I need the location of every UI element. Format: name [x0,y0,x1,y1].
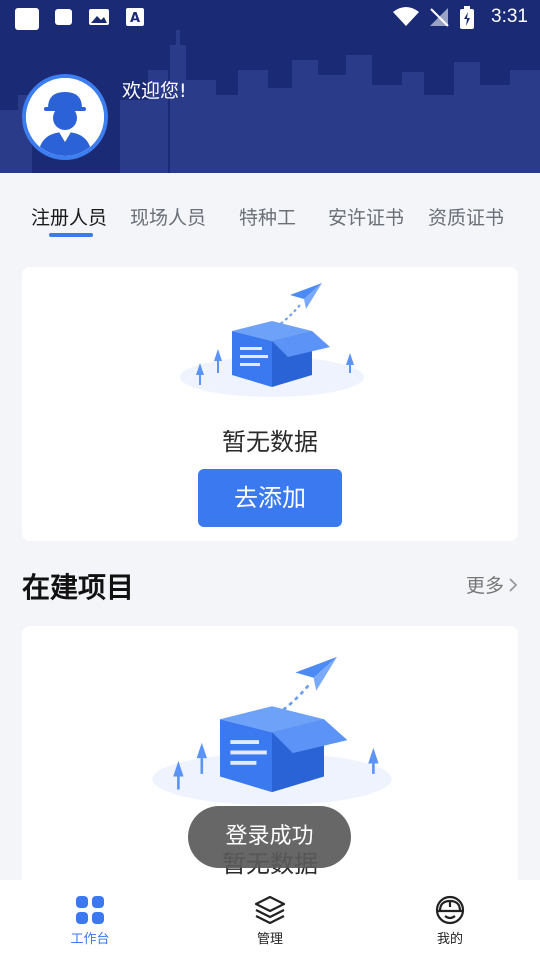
nav-label: 管理 [256,932,283,947]
empty-state-text: 暂无数据 [222,428,318,456]
bottom-navigation: 工作台 管理 我的 [0,880,540,960]
nav-mine[interactable]: 我的 [405,894,495,947]
worker-avatar-icon [26,78,104,156]
nav-workbench[interactable]: 工作台 [45,894,135,947]
status-bar: A 3:31 [0,0,540,36]
more-label: 更多 [465,575,504,597]
status-time: 3:31 [491,6,528,27]
grid-icon [76,896,104,924]
active-tab-indicator [49,233,93,237]
section-title: 在建项目 [22,571,135,604]
helmet-icon [435,895,465,925]
personnel-card: 暂无数据 去添加 [22,267,518,541]
welcome-text: 欢迎您! [122,80,187,102]
tab-special-workers[interactable]: 特种工 [239,203,296,230]
tab-safety-certificates[interactable]: 安许证书 [328,203,404,230]
no-signal-icon [430,8,449,27]
more-link[interactable]: 更多 [466,571,518,598]
layers-icon [254,895,286,925]
empty-box-icon [152,656,392,806]
login-success-toast: 登录成功 [188,806,351,868]
notification-app-icon [15,8,39,30]
category-tabs: 注册人员 现场人员 特种工 安许证书 资质证书 [0,173,540,253]
empty-box-icon [180,283,364,397]
text-icon: A [126,8,144,26]
nav-management[interactable]: 管理 [225,894,315,947]
header-banner: A 3:31 欢迎您! [0,0,540,173]
avatar[interactable] [22,74,108,160]
tab-qualification-certificates[interactable]: 资质证书 [428,203,504,230]
image-icon [89,9,109,25]
chevron-right-icon [509,577,518,592]
add-button[interactable]: 去添加 [198,469,342,527]
battery-charging-icon [460,6,474,29]
notification-app-icon [55,9,72,25]
tab-onsite-personnel[interactable]: 现场人员 [130,203,206,230]
nav-label: 我的 [436,932,463,947]
tab-registered-personnel[interactable]: 注册人员 [31,203,107,230]
wifi-icon [393,7,419,26]
nav-label: 工作台 [70,932,110,947]
svg-text:A: A [130,11,140,26]
